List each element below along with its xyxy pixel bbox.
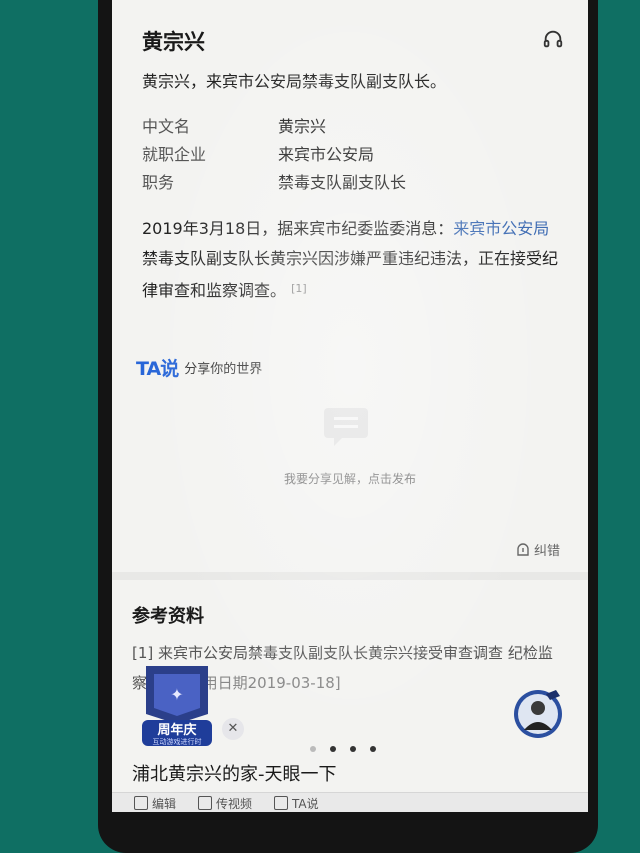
comment-icon[interactable] <box>320 404 372 448</box>
anniversary-badge[interactable]: ✦ 周年庆 互动游戏进行时 <box>138 662 216 746</box>
info-row: 就职企业 来宾市公安局 <box>142 141 406 169</box>
svg-text:✦: ✦ <box>170 685 183 704</box>
title-row: 黄宗兴 <box>142 26 564 56</box>
anniversary-badge-art: ✦ 周年庆 互动游戏进行时 <box>142 666 212 746</box>
close-badge-button[interactable]: ✕ <box>222 718 244 740</box>
carousel-dot[interactable] <box>370 746 376 752</box>
carousel-dot[interactable] <box>310 746 316 752</box>
ta-logo: TA说 <box>136 358 179 380</box>
carousel-dot[interactable] <box>350 746 356 752</box>
police-bureau-link[interactable]: 来宾市公安局 <box>453 219 549 238</box>
info-row: 职务 禁毒支队副支队长 <box>142 169 406 197</box>
page-title: 黄宗兴 <box>142 30 205 54</box>
para-text: 2019年3月18日，据来宾市纪委监委消息： <box>142 219 454 238</box>
body-paragraph: 2019年3月18日，据来宾市纪委监委消息：来宾市公安局禁毒支队副支队长黄宗兴因… <box>142 214 560 306</box>
correction-label: 纠错 <box>533 544 560 559</box>
avatar-icon[interactable] <box>512 688 564 740</box>
pencil-icon <box>134 796 148 810</box>
toolbar-label: TA说 <box>292 796 319 811</box>
correction-icon <box>517 542 529 556</box>
info-value: 禁毒支队副支队长 <box>278 173 407 192</box>
carousel-dot[interactable] <box>330 746 336 752</box>
citation-link[interactable]: [1] <box>291 282 307 295</box>
edit-button[interactable]: 编辑 <box>134 795 176 812</box>
news-title[interactable]: 浦北黄宗兴的家-天眼一下 <box>132 760 337 786</box>
references-heading: 参考资料 <box>132 606 204 627</box>
video-icon <box>198 796 213 810</box>
bottom-toolbar: 编辑 传视频 TA说 <box>112 792 588 812</box>
info-key: 职务 <box>142 173 175 192</box>
ta-header: TA说 分享你的世界 <box>136 354 262 381</box>
share-prompt[interactable]: 我要分享见解，点击发布 <box>112 470 588 487</box>
info-key: 中文名 <box>142 117 191 136</box>
info-box: 中文名 黄宗兴 就职企业 来宾市公安局 职务 禁毒支队副支队长 <box>142 113 406 197</box>
info-value: 来宾市公安局 <box>278 145 375 164</box>
carousel-dots <box>310 746 376 752</box>
reference-index: [1] <box>132 644 154 662</box>
chat-icon <box>274 796 289 810</box>
anniversary-subtitle: 互动游戏进行时 <box>153 737 202 746</box>
correction-button[interactable]: 纠错 <box>516 540 560 559</box>
headphone-icon[interactable] <box>542 28 564 50</box>
baike-page: 黄宗兴 黄宗兴，来宾市公安局禁毒支队副支队长。 中文名 黄宗兴 就职企业 来宾市… <box>112 0 588 812</box>
info-key: 就职企业 <box>142 145 207 164</box>
ta-slogan: 分享你的世界 <box>184 362 263 377</box>
toolbar-label: 传视频 <box>216 796 253 811</box>
ta-say-button[interactable]: TA说 <box>274 795 319 812</box>
upload-video-button[interactable]: 传视频 <box>198 795 252 812</box>
anniversary-title: 周年庆 <box>157 722 196 738</box>
toolbar-label: 编辑 <box>152 796 177 811</box>
reference-title[interactable]: 来宾市公安局禁毒支队副支队长黄宗兴接受审查调查 <box>158 644 503 662</box>
summary-text: 黄宗兴，来宾市公安局禁毒支队副支队长。 <box>142 72 447 91</box>
para-text: 禁毒支队副支队长黄宗兴因涉嫌严重违纪违法，正在接受纪律审查和监察调查。 <box>142 249 559 300</box>
info-row: 中文名 黄宗兴 <box>142 113 406 141</box>
section-divider <box>112 572 588 580</box>
info-value: 黄宗兴 <box>278 117 327 136</box>
